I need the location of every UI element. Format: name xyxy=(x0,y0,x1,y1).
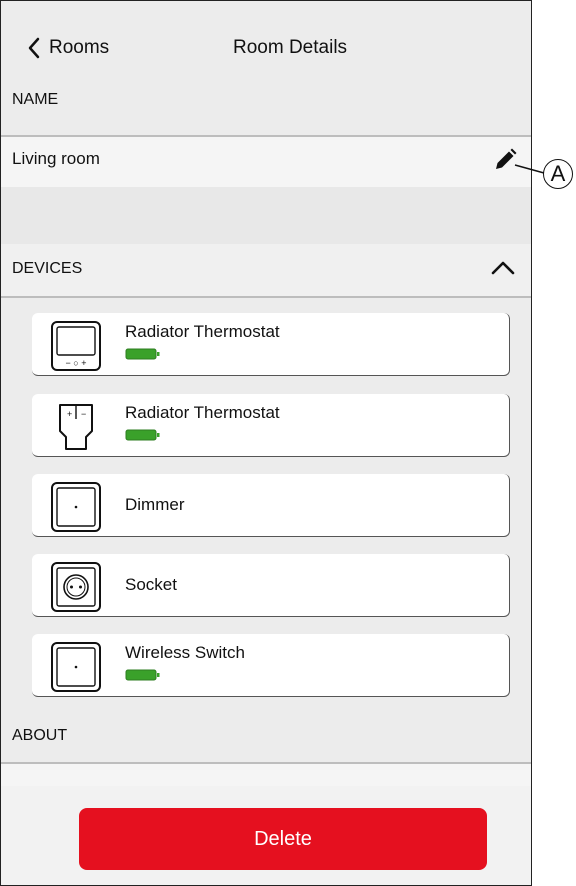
delete-button[interactable]: Delete xyxy=(79,808,487,870)
header: Rooms Room Details xyxy=(1,1,531,74)
battery-full-icon xyxy=(125,348,160,360)
svg-text:+: + xyxy=(67,409,72,419)
socket-icon xyxy=(51,562,101,612)
wireless-switch-icon xyxy=(51,642,101,692)
room-details-screen: Rooms Room Details NAME Living room DEVI… xyxy=(0,0,532,886)
room-name-value: Living room xyxy=(12,149,100,168)
device-card-radiator-thermostat-2[interactable]: + − Radiator Thermostat xyxy=(32,394,510,457)
room-name-row[interactable]: Living room xyxy=(1,137,531,187)
device-list: − ○ + Radiator Thermostat + − Radiator T… xyxy=(1,298,531,703)
section-spacer xyxy=(1,187,531,244)
dimmer-icon xyxy=(51,482,101,532)
device-name: Radiator Thermostat xyxy=(125,322,280,341)
about-section-heading[interactable]: ABOUT xyxy=(1,703,531,764)
devices-section-heading[interactable]: DEVICES xyxy=(1,244,531,298)
name-heading-label: NAME xyxy=(12,91,59,108)
callout-label: A xyxy=(543,159,573,189)
device-card-wireless-switch[interactable]: Wireless Switch xyxy=(32,634,510,697)
thermostat-buttons-label: − ○ + xyxy=(66,358,87,368)
page-title: Room Details xyxy=(233,37,348,58)
pencil-icon[interactable] xyxy=(492,147,518,173)
device-name: Socket xyxy=(125,575,177,594)
device-name: Radiator Thermostat xyxy=(125,403,280,422)
about-heading-label: ABOUT xyxy=(12,727,68,744)
chevron-up-icon[interactable] xyxy=(490,258,516,276)
device-card-radiator-thermostat-1[interactable]: − ○ + Radiator Thermostat xyxy=(32,313,510,376)
chevron-left-icon xyxy=(28,37,40,59)
back-button[interactable]: Rooms xyxy=(27,35,109,61)
thermostat-display-icon: − ○ + xyxy=(51,321,101,371)
device-name: Wireless Switch xyxy=(125,643,245,662)
devices-heading-label: DEVICES xyxy=(12,260,83,277)
device-card-dimmer[interactable]: Dimmer xyxy=(32,474,510,537)
svg-text:−: − xyxy=(81,409,86,419)
battery-full-icon xyxy=(125,669,160,681)
about-row xyxy=(1,764,531,786)
device-name: Dimmer xyxy=(125,495,185,514)
radiator-valve-icon: + − xyxy=(59,404,93,450)
device-card-socket[interactable]: Socket xyxy=(32,554,510,617)
battery-full-icon xyxy=(125,429,160,441)
back-label: Rooms xyxy=(49,37,110,58)
name-section-heading: NAME xyxy=(1,74,531,137)
